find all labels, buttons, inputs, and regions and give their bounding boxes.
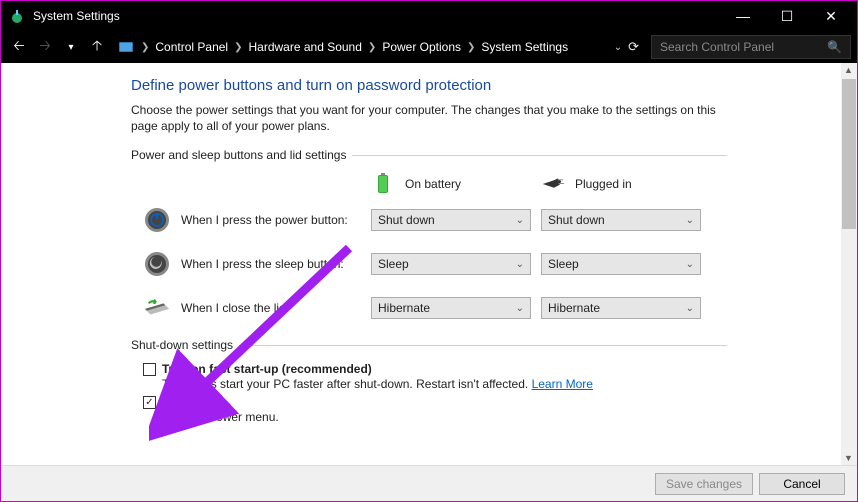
sleep-button-icon [143, 250, 171, 278]
forward-button[interactable]: 🡢 [33, 35, 57, 59]
scroll-thumb[interactable] [842, 79, 856, 229]
crumb-control-panel[interactable]: Control Panel [151, 40, 232, 54]
control-panel-icon [117, 38, 135, 56]
lid-battery-select[interactable]: Hibernate⌄ [371, 297, 531, 319]
sleep-checkbox[interactable]: ✓ [143, 396, 156, 409]
laptop-lid-icon [143, 294, 171, 322]
app-icon [9, 8, 25, 24]
refresh-button[interactable]: ⟳ [628, 39, 639, 55]
fast-startup-checkbox[interactable] [143, 363, 156, 376]
cancel-button[interactable]: Cancel [759, 473, 845, 495]
row-label: When I press the sleep button: [181, 257, 371, 271]
column-headers: On battery Plugged in [371, 172, 727, 196]
history-dropdown[interactable]: ▾ [59, 35, 83, 59]
address-dropdown[interactable]: ⌄ [614, 42, 622, 53]
save-changes-button[interactable]: Save changes [655, 473, 753, 495]
sleep-desc: Show in Power menu. [162, 409, 727, 426]
search-placeholder: Search Control Panel [660, 40, 774, 54]
lid-plugged-select[interactable]: Hibernate⌄ [541, 297, 701, 319]
plug-icon [541, 172, 565, 196]
option-sleep: ✓ Sleep Show in Power menu. [143, 395, 727, 426]
vertical-scrollbar[interactable] [841, 63, 857, 465]
chevron-down-icon: ⌄ [516, 303, 524, 314]
maximize-button[interactable]: ☐ [765, 1, 809, 31]
page-intro: Choose the power settings that you want … [131, 102, 727, 134]
page-heading: Define power buttons and turn on passwor… [131, 77, 727, 94]
power-button-battery-select[interactable]: Shut down⌄ [371, 209, 531, 231]
sleep-button-plugged-select[interactable]: Sleep⌄ [541, 253, 701, 275]
footer: Save changes Cancel [1, 465, 857, 501]
power-button-plugged-select[interactable]: Shut down⌄ [541, 209, 701, 231]
close-button[interactable]: ✕ [809, 1, 853, 31]
breadcrumb: Control Panel ❯ Hardware and Sound ❯ Pow… [151, 40, 572, 54]
crumb-hardware-and-sound[interactable]: Hardware and Sound [245, 40, 366, 54]
chevron-down-icon: ⌄ [686, 215, 694, 226]
chevron-down-icon: ⌄ [516, 259, 524, 270]
sleep-button-battery-select[interactable]: Sleep⌄ [371, 253, 531, 275]
navbar: 🡠 🡢 ▾ 🡡 ❯ Control Panel ❯ Hardware and S… [1, 31, 857, 63]
back-button[interactable]: 🡠 [7, 35, 31, 59]
breadcrumb-separator: ❯ [141, 42, 149, 53]
buttons-and-lid-section-title: Power and sleep buttons and lid settings [131, 148, 727, 162]
fast-startup-label: Turn on fast start-up (recommended) [162, 362, 372, 376]
crumb-power-options[interactable]: Power Options [378, 40, 465, 54]
col-plugged-in: Plugged in [541, 172, 701, 196]
search-input[interactable]: Search Control Panel 🔍 [651, 35, 851, 59]
titlebar: System Settings — ☐ ✕ [1, 1, 857, 31]
option-fast-startup: Turn on fast start-up (recommended) This… [143, 362, 727, 393]
chevron-down-icon: ⌄ [686, 259, 694, 270]
row-label: When I close the lid: [181, 301, 371, 315]
power-button-icon [143, 206, 171, 234]
sleep-label: Sleep [162, 395, 194, 409]
learn-more-link[interactable]: Learn More [532, 377, 593, 391]
window-title: System Settings [33, 9, 721, 23]
col-on-battery: On battery [371, 172, 531, 196]
crumb-system-settings[interactable]: System Settings [477, 40, 572, 54]
row-close-lid: When I close the lid: Hibernate⌄ Hiberna… [131, 294, 727, 322]
up-button[interactable]: 🡡 [85, 35, 109, 59]
chevron-down-icon: ⌄ [516, 215, 524, 226]
search-icon: 🔍 [827, 40, 842, 54]
battery-icon [371, 172, 395, 196]
row-label: When I press the power button: [181, 213, 371, 227]
chevron-down-icon: ⌄ [686, 303, 694, 314]
minimize-button[interactable]: — [721, 1, 765, 31]
fast-startup-desc: This helps start your PC faster after sh… [162, 376, 727, 393]
row-sleep-button: When I press the sleep button: Sleep⌄ Sl… [131, 250, 727, 278]
row-power-button: When I press the power button: Shut down… [131, 206, 727, 234]
shutdown-section-title: Shut-down settings [131, 338, 727, 352]
